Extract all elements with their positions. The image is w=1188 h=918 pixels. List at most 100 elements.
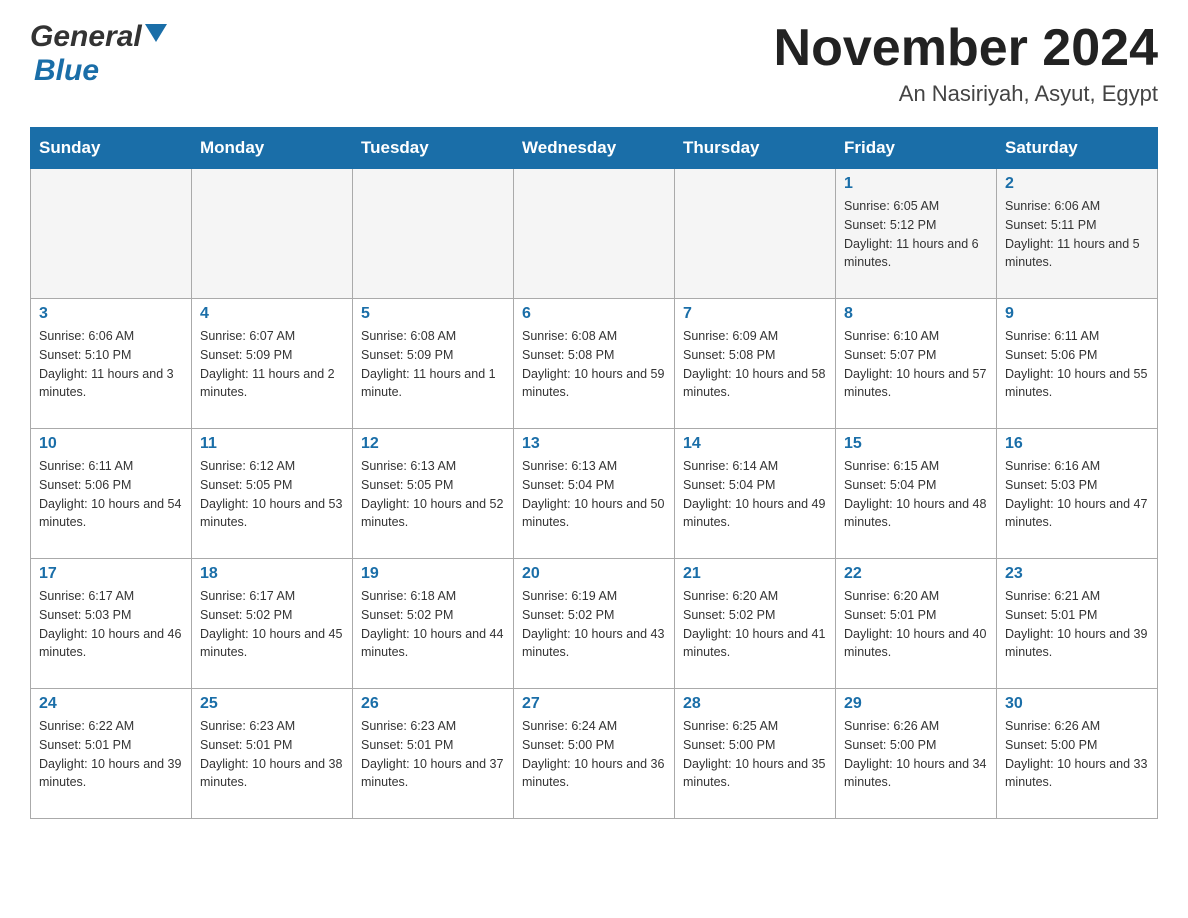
table-row: 5 Sunrise: 6:08 AMSunset: 5:09 PMDaylight…: [353, 299, 514, 429]
day-info: Sunrise: 6:26 AMSunset: 5:00 PMDaylight:…: [1005, 717, 1149, 792]
day-info: Sunrise: 6:19 AMSunset: 5:02 PMDaylight:…: [522, 587, 666, 662]
day-info: Sunrise: 6:22 AMSunset: 5:01 PMDaylight:…: [39, 717, 183, 792]
day-number: 13: [522, 435, 666, 453]
table-row: 17 Sunrise: 6:17 AMSunset: 5:03 PMDayligh…: [31, 559, 192, 689]
table-row: 4 Sunrise: 6:07 AMSunset: 5:09 PMDaylight…: [192, 299, 353, 429]
day-info: Sunrise: 6:13 AMSunset: 5:05 PMDaylight:…: [361, 457, 505, 532]
table-row: 19 Sunrise: 6:18 AMSunset: 5:02 PMDayligh…: [353, 559, 514, 689]
table-row: [31, 169, 192, 299]
day-number: 4: [200, 305, 344, 323]
day-info: Sunrise: 6:21 AMSunset: 5:01 PMDaylight:…: [1005, 587, 1149, 662]
header-saturday: Saturday: [997, 128, 1158, 169]
day-number: 10: [39, 435, 183, 453]
table-row: 8 Sunrise: 6:10 AMSunset: 5:07 PMDaylight…: [836, 299, 997, 429]
day-number: 8: [844, 305, 988, 323]
day-number: 14: [683, 435, 827, 453]
day-info: Sunrise: 6:06 AMSunset: 5:10 PMDaylight:…: [39, 327, 183, 402]
table-row: 16 Sunrise: 6:16 AMSunset: 5:03 PMDayligh…: [997, 429, 1158, 559]
day-number: 2: [1005, 175, 1149, 193]
month-title: November 2024: [774, 20, 1158, 77]
table-row: 23 Sunrise: 6:21 AMSunset: 5:01 PMDayligh…: [997, 559, 1158, 689]
day-info: Sunrise: 6:08 AMSunset: 5:09 PMDaylight:…: [361, 327, 505, 402]
table-row: 7 Sunrise: 6:09 AMSunset: 5:08 PMDaylight…: [675, 299, 836, 429]
day-info: Sunrise: 6:18 AMSunset: 5:02 PMDaylight:…: [361, 587, 505, 662]
day-info: Sunrise: 6:12 AMSunset: 5:05 PMDaylight:…: [200, 457, 344, 532]
day-number: 5: [361, 305, 505, 323]
day-number: 21: [683, 565, 827, 583]
day-info: Sunrise: 6:17 AMSunset: 5:02 PMDaylight:…: [200, 587, 344, 662]
table-row: 28 Sunrise: 6:25 AMSunset: 5:00 PMDayligh…: [675, 689, 836, 819]
table-row: 15 Sunrise: 6:15 AMSunset: 5:04 PMDayligh…: [836, 429, 997, 559]
logo: General Blue: [30, 20, 167, 88]
table-row: [353, 169, 514, 299]
day-info: Sunrise: 6:10 AMSunset: 5:07 PMDaylight:…: [844, 327, 988, 402]
calendar-week-row: 3Sunrise: 6:06 AMSunset: 5:10 PMDaylight…: [31, 299, 1158, 429]
day-info: Sunrise: 6:15 AMSunset: 5:04 PMDaylight:…: [844, 457, 988, 532]
day-info: Sunrise: 6:23 AMSunset: 5:01 PMDaylight:…: [200, 717, 344, 792]
calendar-table: Sunday Monday Tuesday Wednesday Thursday…: [30, 127, 1158, 819]
table-row: [675, 169, 836, 299]
day-info: Sunrise: 6:26 AMSunset: 5:00 PMDaylight:…: [844, 717, 988, 792]
day-number: 30: [1005, 695, 1149, 713]
table-row: 11 Sunrise: 6:12 AMSunset: 5:05 PMDayligh…: [192, 429, 353, 559]
table-row: 3Sunrise: 6:06 AMSunset: 5:10 PMDaylight…: [31, 299, 192, 429]
table-row: 10 Sunrise: 6:11 AMSunset: 5:06 PMDayligh…: [31, 429, 192, 559]
table-row: 25Sunrise: 6:23 AMSunset: 5:01 PMDayligh…: [192, 689, 353, 819]
table-row: 2 Sunrise: 6:06 AMSunset: 5:11 PMDaylight…: [997, 169, 1158, 299]
day-info: Sunrise: 6:13 AMSunset: 5:04 PMDaylight:…: [522, 457, 666, 532]
table-row: 30 Sunrise: 6:26 AMSunset: 5:00 PMDayligh…: [997, 689, 1158, 819]
table-row: 9Sunrise: 6:11 AMSunset: 5:06 PMDaylight…: [997, 299, 1158, 429]
day-number: 23: [1005, 565, 1149, 583]
day-info: Sunrise: 6:07 AMSunset: 5:09 PMDaylight:…: [200, 327, 344, 402]
calendar-week-row: 17 Sunrise: 6:17 AMSunset: 5:03 PMDayligh…: [31, 559, 1158, 689]
table-row: [514, 169, 675, 299]
day-info: Sunrise: 6:06 AMSunset: 5:11 PMDaylight:…: [1005, 197, 1149, 272]
day-info: Sunrise: 6:14 AMSunset: 5:04 PMDaylight:…: [683, 457, 827, 532]
day-number: 29: [844, 695, 988, 713]
day-number: 6: [522, 305, 666, 323]
day-info: Sunrise: 6:11 AMSunset: 5:06 PMDaylight:…: [1005, 327, 1149, 402]
day-number: 7: [683, 305, 827, 323]
page-header: General Blue November 2024 An Nasiriyah,…: [30, 20, 1158, 107]
table-row: 12 Sunrise: 6:13 AMSunset: 5:05 PMDayligh…: [353, 429, 514, 559]
day-info: Sunrise: 6:25 AMSunset: 5:00 PMDaylight:…: [683, 717, 827, 792]
day-info: Sunrise: 6:17 AMSunset: 5:03 PMDaylight:…: [39, 587, 183, 662]
day-info: Sunrise: 6:16 AMSunset: 5:03 PMDaylight:…: [1005, 457, 1149, 532]
calendar-week-row: 24 Sunrise: 6:22 AMSunset: 5:01 PMDayligh…: [31, 689, 1158, 819]
day-number: 1: [844, 175, 988, 193]
table-row: 1 Sunrise: 6:05 AMSunset: 5:12 PMDaylight…: [836, 169, 997, 299]
header-wednesday: Wednesday: [514, 128, 675, 169]
day-info: Sunrise: 6:08 AMSunset: 5:08 PMDaylight:…: [522, 327, 666, 402]
day-number: 12: [361, 435, 505, 453]
day-number: 20: [522, 565, 666, 583]
table-row: 6 Sunrise: 6:08 AMSunset: 5:08 PMDaylight…: [514, 299, 675, 429]
day-info: Sunrise: 6:05 AMSunset: 5:12 PMDaylight:…: [844, 197, 988, 272]
table-row: 27Sunrise: 6:24 AMSunset: 5:00 PMDayligh…: [514, 689, 675, 819]
day-number: 28: [683, 695, 827, 713]
table-row: 26Sunrise: 6:23 AMSunset: 5:01 PMDayligh…: [353, 689, 514, 819]
day-number: 11: [200, 435, 344, 453]
day-number: 19: [361, 565, 505, 583]
header-friday: Friday: [836, 128, 997, 169]
logo-triangle-icon: [145, 24, 167, 46]
header-thursday: Thursday: [675, 128, 836, 169]
table-row: 20 Sunrise: 6:19 AMSunset: 5:02 PMDayligh…: [514, 559, 675, 689]
table-row: 18 Sunrise: 6:17 AMSunset: 5:02 PMDayligh…: [192, 559, 353, 689]
day-info: Sunrise: 6:11 AMSunset: 5:06 PMDaylight:…: [39, 457, 183, 532]
day-number: 26: [361, 695, 505, 713]
header-sunday: Sunday: [31, 128, 192, 169]
day-number: 18: [200, 565, 344, 583]
day-number: 22: [844, 565, 988, 583]
table-row: 22Sunrise: 6:20 AMSunset: 5:01 PMDayligh…: [836, 559, 997, 689]
table-row: 29 Sunrise: 6:26 AMSunset: 5:00 PMDayligh…: [836, 689, 997, 819]
header-monday: Monday: [192, 128, 353, 169]
logo-general: General: [30, 20, 142, 54]
day-number: 24: [39, 695, 183, 713]
logo-blue: Blue: [34, 54, 99, 87]
day-number: 16: [1005, 435, 1149, 453]
location-title: An Nasiriyah, Asyut, Egypt: [774, 81, 1158, 107]
day-number: 15: [844, 435, 988, 453]
day-info: Sunrise: 6:09 AMSunset: 5:08 PMDaylight:…: [683, 327, 827, 402]
weekday-header-row: Sunday Monday Tuesday Wednesday Thursday…: [31, 128, 1158, 169]
day-number: 17: [39, 565, 183, 583]
